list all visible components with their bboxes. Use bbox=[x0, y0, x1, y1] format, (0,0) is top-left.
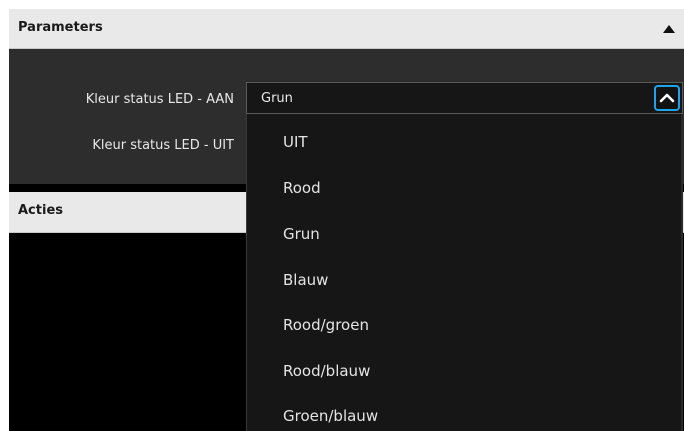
chevron-up-icon bbox=[659, 93, 675, 103]
select-current-value: Grun bbox=[261, 91, 293, 106]
dropdown-option-rood-blauw[interactable]: Rood/blauw bbox=[283, 362, 370, 380]
dropdown-scrollbar[interactable] bbox=[681, 114, 683, 431]
dropdown-option-uit[interactable]: UIT bbox=[283, 133, 308, 151]
dropdown-option-rood[interactable]: Rood bbox=[283, 179, 321, 197]
parameters-panel-title: Parameters bbox=[18, 20, 103, 35]
parameters-panel-header[interactable]: Parameters bbox=[9, 9, 684, 49]
dropdown-option-rood-groen[interactable]: Rood/groen bbox=[283, 316, 369, 334]
dropdown-option-blauw[interactable]: Blauw bbox=[283, 271, 328, 289]
led-on-color-select[interactable]: Grun bbox=[246, 82, 683, 114]
field-label-led-on: Kleur status LED - AAN bbox=[85, 92, 234, 107]
dropdown-option-grun[interactable]: Grun bbox=[283, 225, 320, 243]
triangle-up-icon[interactable] bbox=[663, 25, 675, 33]
dropdown-option-list[interactable]: UIT Rood Grun Blauw Rood/groen Rood/blau… bbox=[246, 114, 683, 431]
dropdown-option-groen-blauw[interactable]: Groen/blauw bbox=[283, 407, 378, 425]
dropdown-toggle-button[interactable] bbox=[654, 85, 680, 111]
field-label-led-off: Kleur status LED - UIT bbox=[92, 138, 234, 153]
settings-frame: Parameters Kleur status LED - AAN Kleur … bbox=[9, 9, 684, 431]
acties-panel-title: Acties bbox=[18, 203, 63, 218]
